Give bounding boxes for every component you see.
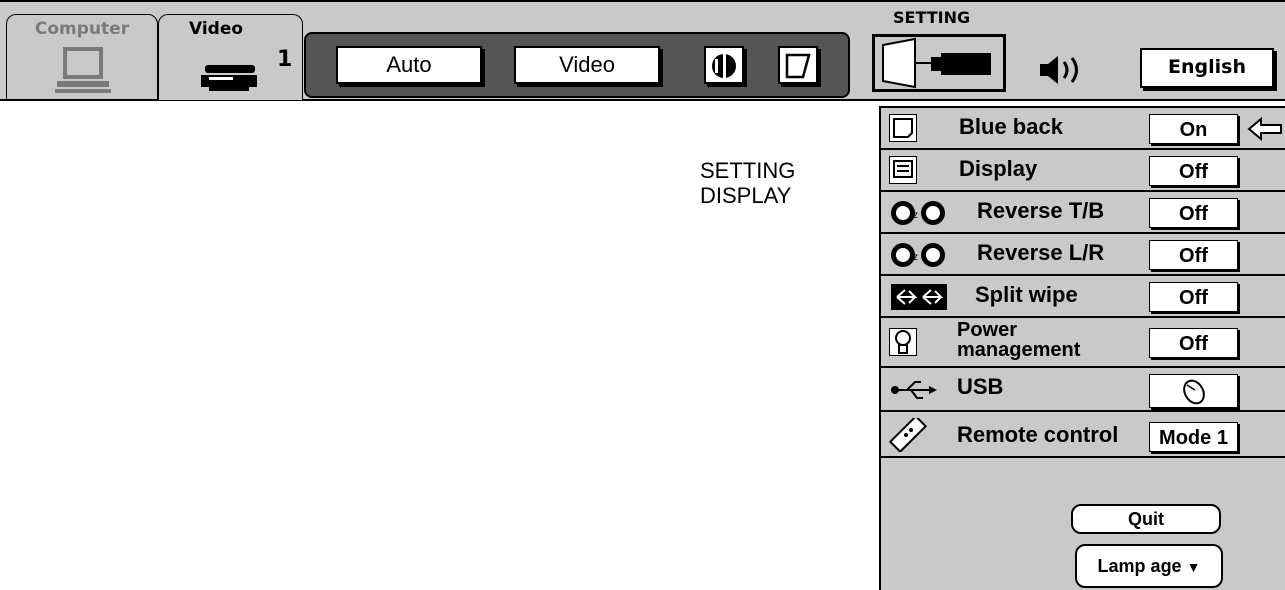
setting-display-caption: SETTING DISPLAY	[700, 158, 795, 208]
tab-video-label: Video	[189, 19, 244, 39]
menu-value-blue-back[interactable]: On	[1149, 114, 1238, 144]
speaker-icon	[1040, 56, 1078, 84]
menu-label-management: management	[957, 339, 1081, 361]
setting-title: SETTING	[893, 8, 971, 27]
power-management-icon	[889, 328, 917, 356]
tab-computer[interactable]: Computer	[6, 14, 158, 100]
menu-row-blue-back[interactable]: Blue back On	[881, 108, 1285, 150]
menu-row-reverse-tb[interactable]: z Reverse T/B Off	[881, 192, 1285, 234]
menu-label-power: Power	[957, 319, 1018, 341]
menu-value-reverse-tb[interactable]: Off	[1149, 198, 1238, 228]
split-wipe-icon	[891, 284, 947, 310]
menu-label-reverse-lr: Reverse L/R	[977, 240, 1105, 265]
caption-line-1: SETTING	[700, 158, 796, 183]
remote-control-icon	[888, 414, 929, 454]
video-input-number: 1	[277, 47, 293, 72]
menu-row-reverse-lr[interactable]: z Reverse L/R Off	[881, 234, 1285, 276]
video-button-panel: Auto Video	[304, 32, 850, 98]
setting-menu: Blue back On Display Off z Reverse T/B O…	[879, 106, 1285, 590]
top-toolbar: Computer Video 1 Auto Video SETTING Engl…	[0, 0, 1285, 101]
svg-text:z: z	[913, 210, 918, 221]
chevron-down-icon: ▼	[1186, 559, 1201, 575]
usb-icon	[889, 376, 939, 404]
auto-button[interactable]: Auto	[336, 46, 482, 84]
menu-row-power-management[interactable]: Power management Off	[881, 318, 1285, 368]
reverse-tb-icon: z	[889, 198, 949, 228]
display-icon	[889, 156, 917, 184]
computer-icon	[55, 47, 111, 93]
tab-computer-label: Computer	[34, 19, 130, 39]
mouse-icon	[1182, 379, 1205, 405]
lamp-age-button[interactable]: Lamp age ▼	[1075, 544, 1223, 588]
menu-value-remote-control[interactable]: Mode 1	[1149, 422, 1238, 452]
menu-value-split-wipe[interactable]: Off	[1149, 282, 1238, 312]
menu-row-display[interactable]: Display Off	[881, 150, 1285, 192]
reverse-lr-icon: z	[889, 240, 949, 270]
menu-label-blue-back: Blue back	[959, 114, 1063, 139]
menu-label-display: Display	[959, 156, 1038, 181]
setting-button[interactable]	[872, 34, 1006, 92]
menu-row-usb[interactable]: USB	[881, 368, 1285, 412]
menu-value-usb[interactable]	[1149, 374, 1238, 408]
lamp-age-label: Lamp age	[1097, 556, 1182, 576]
blue-back-icon	[889, 114, 917, 142]
projector-setting-icon	[882, 37, 991, 89]
menu-value-power-management[interactable]: Off	[1149, 328, 1238, 358]
menu-value-display[interactable]: Off	[1149, 156, 1238, 186]
menu-row-remote-control[interactable]: Remote control Mode 1	[881, 412, 1285, 458]
caption-line-2: DISPLAY	[700, 183, 792, 208]
quit-button[interactable]: Quit	[1071, 504, 1221, 534]
screen-button[interactable]	[778, 46, 818, 84]
menu-label-reverse-tb: Reverse T/B	[977, 198, 1105, 223]
arrow-pointer-icon	[1247, 116, 1282, 142]
menu-row-split-wipe[interactable]: Split wipe Off	[881, 276, 1285, 318]
menu-label-power-management: Power management	[957, 320, 1080, 360]
tab-video[interactable]: Video 1	[158, 14, 303, 100]
screen-icon	[785, 53, 811, 79]
video-player-icon	[201, 65, 257, 91]
menu-label-usb: USB	[957, 374, 1004, 399]
menu-label-split-wipe: Split wipe	[975, 282, 1078, 307]
menu-value-reverse-lr[interactable]: Off	[1149, 240, 1238, 270]
video-mode-button[interactable]: Video	[514, 46, 660, 84]
sound-button[interactable]	[1036, 50, 1096, 90]
svg-text:z: z	[913, 252, 918, 263]
image-adjust-icon	[712, 54, 736, 78]
menu-label-remote-control: Remote control	[957, 422, 1119, 447]
language-button[interactable]: English	[1140, 48, 1274, 88]
image-adjust-button[interactable]	[704, 46, 744, 84]
